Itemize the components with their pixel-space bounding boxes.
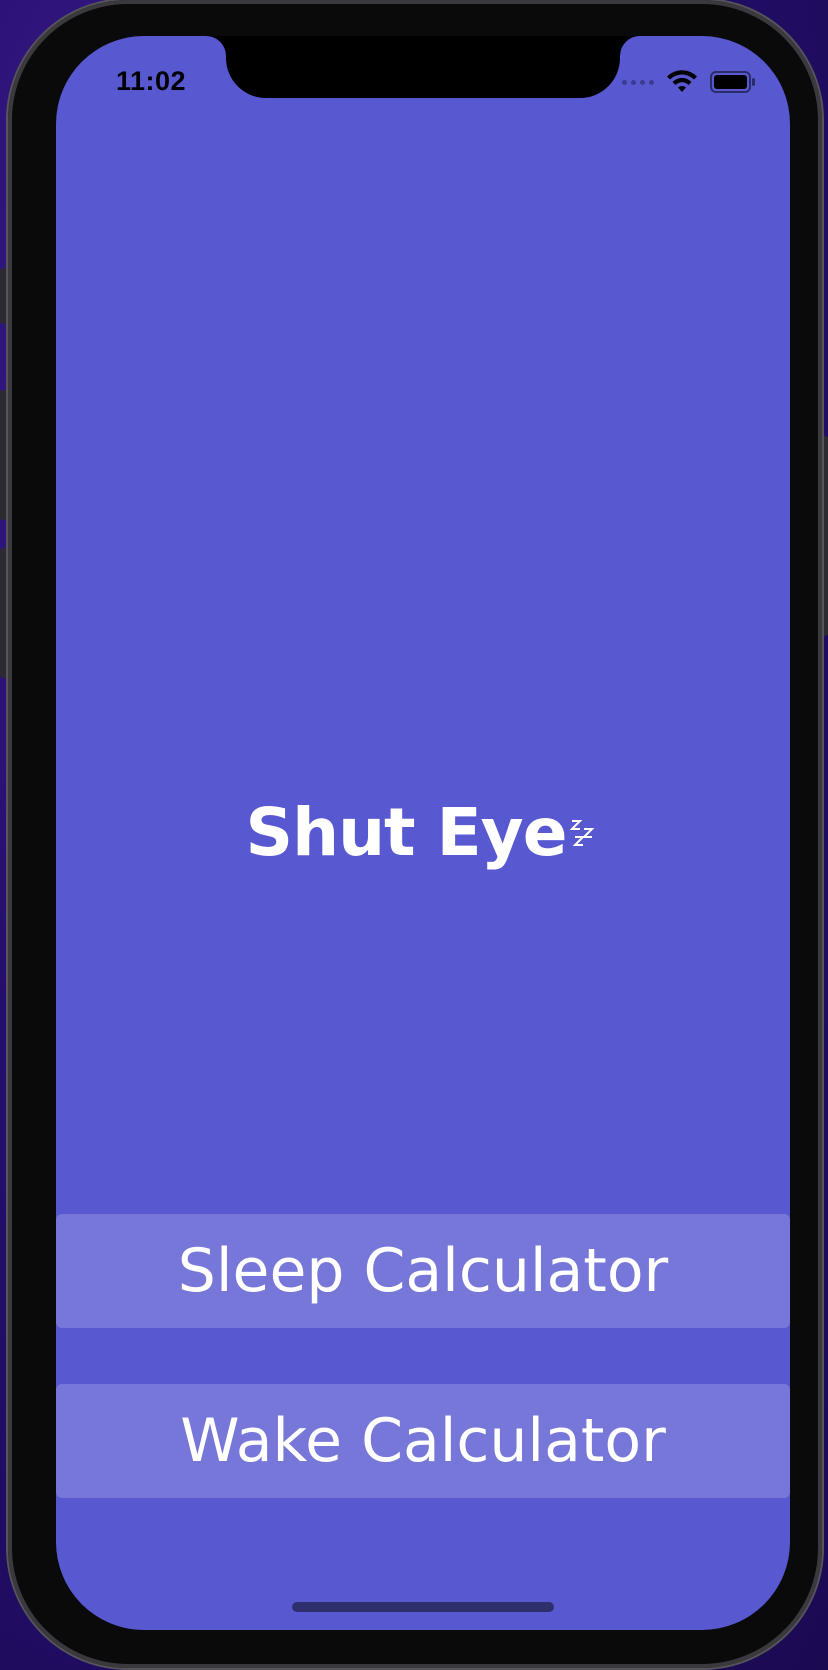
status-icons bbox=[622, 70, 756, 94]
wifi-icon bbox=[667, 70, 697, 92]
app-title: Shut Eye bbox=[56, 794, 790, 871]
app-title-text: Shut Eye bbox=[245, 794, 568, 871]
device-stage: 11:02 Shut Eye Sleep Calculator Wake Cal… bbox=[0, 0, 828, 1670]
notch bbox=[226, 36, 620, 98]
wake-calculator-button[interactable]: Wake Calculator bbox=[56, 1384, 790, 1498]
home-indicator[interactable] bbox=[292, 1602, 554, 1612]
app-screen: 11:02 Shut Eye Sleep Calculator Wake Cal… bbox=[56, 36, 790, 1630]
status-time: 11:02 bbox=[116, 66, 187, 96]
cellular-signal-icon bbox=[622, 79, 654, 85]
battery-icon bbox=[710, 71, 755, 93]
phone-frame: 11:02 Shut Eye Sleep Calculator Wake Cal… bbox=[8, 0, 822, 1668]
zzz-icon bbox=[570, 794, 600, 846]
sleep-calculator-button[interactable]: Sleep Calculator bbox=[56, 1214, 790, 1328]
